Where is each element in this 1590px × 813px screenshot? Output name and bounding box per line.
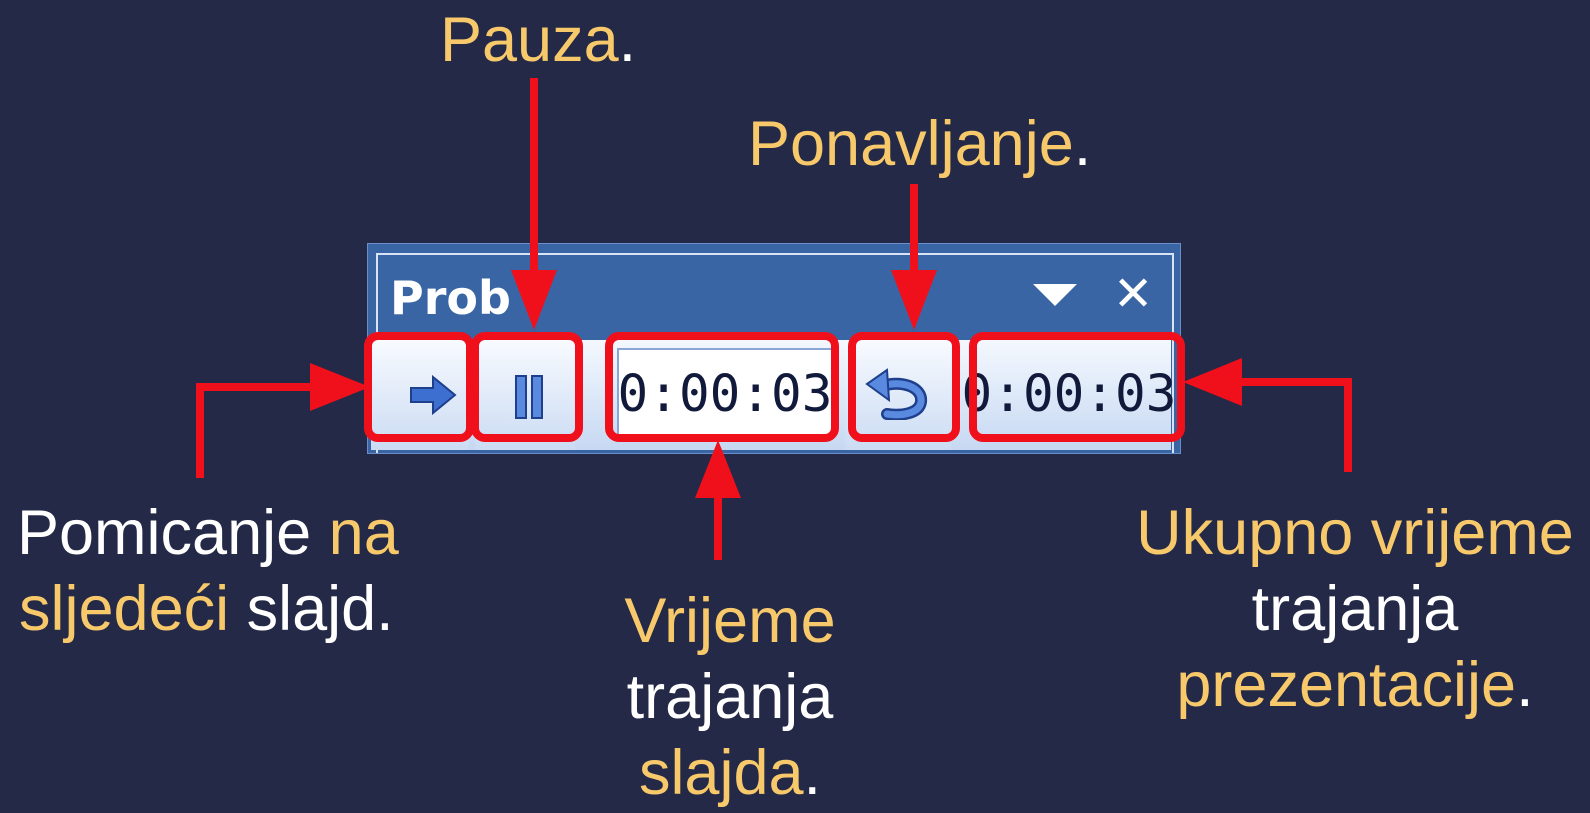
- label-slide-time-l2: trajanja: [626, 662, 834, 732]
- label-total-time-l2: trajanja: [1251, 574, 1459, 644]
- label-next-y1: na: [328, 498, 399, 568]
- highlight-next-button: [364, 332, 474, 442]
- label-next-slide-line1: Pomicanje na: [17, 495, 399, 571]
- highlight-repeat-button: [848, 332, 960, 442]
- label-pause-main: Pauza: [440, 5, 619, 75]
- label-slide-time: Vrijeme trajanja slajda.: [580, 583, 880, 811]
- label-pause: Pauza.: [440, 2, 636, 78]
- label-repeat: Ponavljanje.: [748, 106, 1091, 182]
- toolbar-title: Prob: [390, 271, 511, 325]
- label-total-time-l1: Ukupno vrijeme: [1136, 498, 1574, 568]
- label-slide-time-l3-wrap: slajda.: [580, 735, 880, 811]
- label-next-y2: sljedeći: [19, 574, 230, 644]
- dropdown-triangle-icon[interactable]: [1033, 284, 1077, 306]
- label-total-time: Ukupno vrijeme trajanja prezentacije.: [1120, 495, 1590, 723]
- highlight-total-time: [969, 332, 1185, 442]
- label-next-w1: Pomicanje: [17, 498, 329, 568]
- label-slide-time-l1: Vrijeme: [624, 586, 836, 656]
- highlight-slide-time: [605, 332, 839, 442]
- label-next-slide-line2: sljedeći slajd.: [19, 571, 394, 647]
- highlight-pause-button: [471, 332, 583, 442]
- label-slide-time-l3: slajda: [638, 738, 804, 808]
- label-repeat-main: Ponavljanje: [748, 109, 1074, 179]
- label-slide-time-end: .: [803, 738, 822, 808]
- close-icon[interactable]: ✕: [1113, 266, 1153, 322]
- label-repeat-end: .: [1073, 109, 1092, 179]
- label-total-time-end: .: [1516, 650, 1534, 720]
- arrow-next-slide: [196, 363, 370, 478]
- arrow-total-time: [1183, 358, 1352, 472]
- label-total-time-l3: prezentacije: [1176, 650, 1517, 720]
- label-pause-end: .: [618, 5, 637, 75]
- label-next-w2: slajd.: [229, 574, 394, 644]
- label-total-time-l3-wrap: prezentacije.: [1120, 647, 1590, 723]
- arrow-slide-time: [695, 440, 741, 560]
